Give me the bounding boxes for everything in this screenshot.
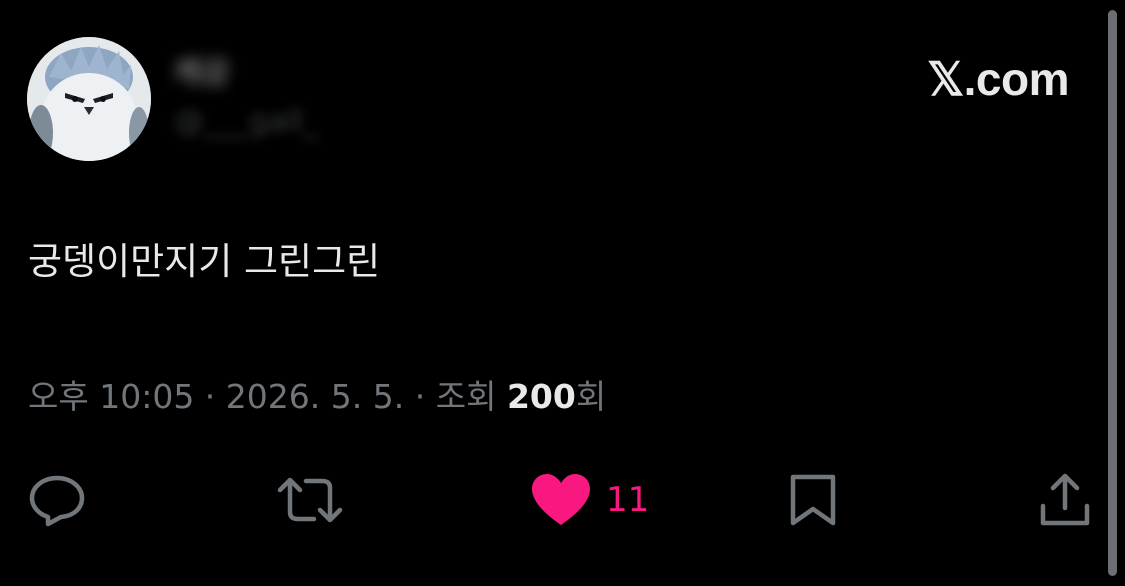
tweet-text: 궁뎅이만지기 그린그린 [28,240,381,283]
display-name[interactable]: 캐강 [174,48,229,92]
views-label-prefix: 조회 [435,377,507,416]
tweet-time[interactable]: 오후 10:05 [28,377,194,416]
reply-button[interactable] [28,472,86,528]
like-count: 11 [606,480,650,520]
meta-separator: · [194,377,226,416]
heart-icon [532,474,590,525]
tweet-date[interactable]: 2026. 5. 5. [226,377,404,416]
tweet-meta: 오후 10:05 · 2026. 5. 5. · 조회 200회 [28,374,606,420]
scrollbar[interactable] [1108,10,1117,576]
meta-separator: · [404,377,436,416]
user-handle[interactable]: @___gall_ [174,104,318,139]
bird-avatar-image [27,37,151,161]
bookmark-icon [790,474,836,526]
share-icon [1040,473,1090,526]
like-button[interactable]: 11 [530,472,649,528]
views-count[interactable]: 200 [507,377,576,416]
reply-icon [29,475,85,527]
retweet-button[interactable] [276,472,344,528]
views-label-suffix: 회 [575,377,607,416]
x-com-logo: 𝕏.com [927,53,1069,105]
avatar[interactable] [27,37,151,161]
retweet-icon [277,477,343,523]
bookmark-button[interactable] [788,472,838,528]
share-button[interactable] [1038,472,1092,528]
